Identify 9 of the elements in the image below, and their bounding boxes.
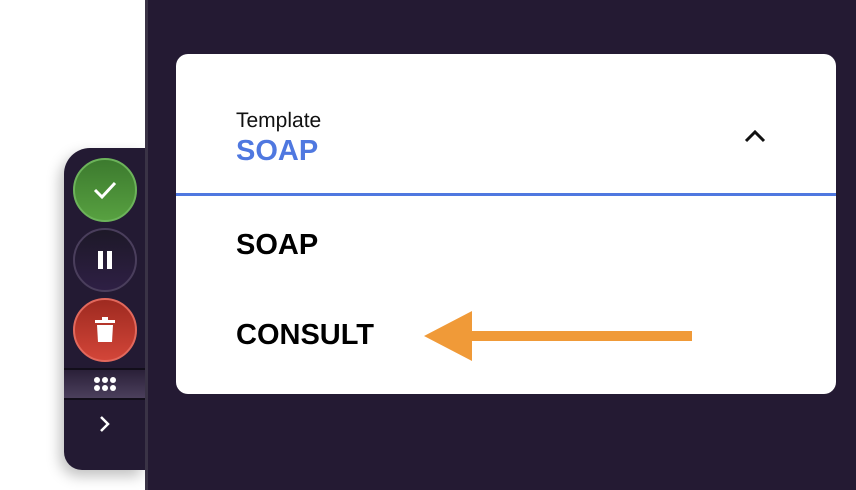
- grip-icon: [92, 376, 116, 392]
- check-icon: [92, 180, 118, 200]
- template-select[interactable]: Template SOAP: [176, 54, 836, 196]
- trash-icon: [94, 317, 114, 343]
- chevron-right-icon: [98, 415, 110, 433]
- drag-handle[interactable]: [64, 368, 145, 400]
- field-label: Template: [236, 108, 322, 134]
- selected-value: SOAP: [236, 134, 320, 170]
- pause-icon: [96, 250, 112, 270]
